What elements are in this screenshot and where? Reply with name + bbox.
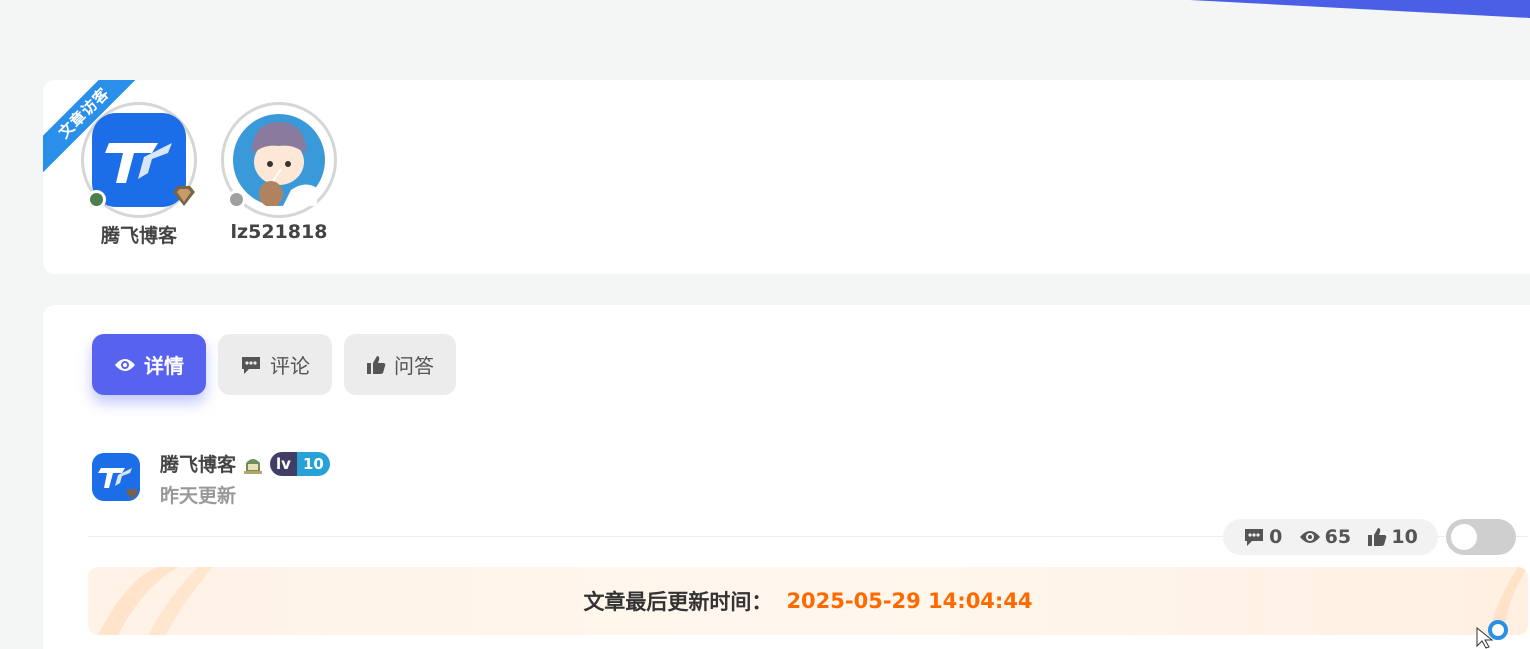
tab-bar: 详情 评论 问答 (92, 334, 456, 395)
tab-details[interactable]: 详情 (92, 334, 206, 395)
mouse-cursor-icon (1476, 627, 1494, 649)
tab-comments[interactable]: 评论 (218, 334, 332, 395)
thumbs-up-icon (1368, 528, 1387, 546)
view-count-value: 65 (1324, 526, 1352, 548)
tab-qa[interactable]: 问答 (344, 334, 456, 395)
toggle-knob (1451, 524, 1477, 550)
article-detail-card: 详情 评论 问答 腾飞博客 lv 10 昨天更新 0 65 10 文章最后更新时… (43, 305, 1530, 649)
last-updated-banner: 文章最后更新时间： 2025-05-29 14:04:44 (88, 567, 1528, 635)
visitors-card: 文章访客 腾飞博客 lz521818 (43, 80, 1530, 274)
author-avatar[interactable] (92, 453, 140, 501)
author-update-time: 昨天更新 (160, 485, 237, 507)
offline-status-dot (227, 190, 246, 209)
toggle-switch[interactable] (1446, 519, 1516, 555)
eye-icon (115, 358, 135, 371)
visitor-item-tengfei[interactable]: 腾飞博客 (80, 102, 198, 248)
comment-count: 0 (1243, 526, 1282, 548)
comment-icon (1245, 529, 1264, 546)
visitor-item-lz521818[interactable]: lz521818 (220, 102, 338, 243)
visitor-name[interactable]: 腾飞博客 (80, 221, 198, 248)
last-updated-value: 2025-05-29 14:04:44 (786, 589, 1033, 613)
certified-badge-icon (244, 458, 263, 474)
avatar[interactable] (221, 102, 337, 218)
tab-label: 评论 (270, 354, 310, 378)
diamond-badge-icon (173, 186, 195, 206)
level-number: 10 (296, 451, 330, 476)
tab-label: 问答 (394, 354, 434, 378)
decorative-stripes (98, 567, 213, 635)
author-name-row: 腾飞博客 lv 10 (160, 450, 330, 477)
view-count: 65 (1299, 526, 1351, 548)
thumbs-up-icon (367, 355, 386, 374)
like-count[interactable]: 10 (1367, 526, 1418, 548)
tab-label: 详情 (144, 354, 184, 378)
last-updated-label: 文章最后更新时间： (583, 590, 773, 614)
eye-icon (1299, 531, 1320, 543)
article-stats: 0 65 10 (1223, 519, 1438, 555)
author-name[interactable]: 腾飞博客 (160, 450, 236, 477)
visitor-name[interactable]: lz521818 (220, 221, 338, 243)
online-status-dot (87, 190, 106, 209)
comment-count-value: 0 (1269, 526, 1283, 548)
header-accent-stripe (1190, 0, 1530, 18)
cartoon-boy-avatar (233, 114, 325, 206)
level-prefix: lv (270, 451, 297, 476)
like-count-value: 10 (1391, 526, 1418, 548)
avatar[interactable] (81, 102, 197, 218)
comment-icon (242, 356, 260, 374)
level-badge: lv 10 (270, 451, 330, 476)
